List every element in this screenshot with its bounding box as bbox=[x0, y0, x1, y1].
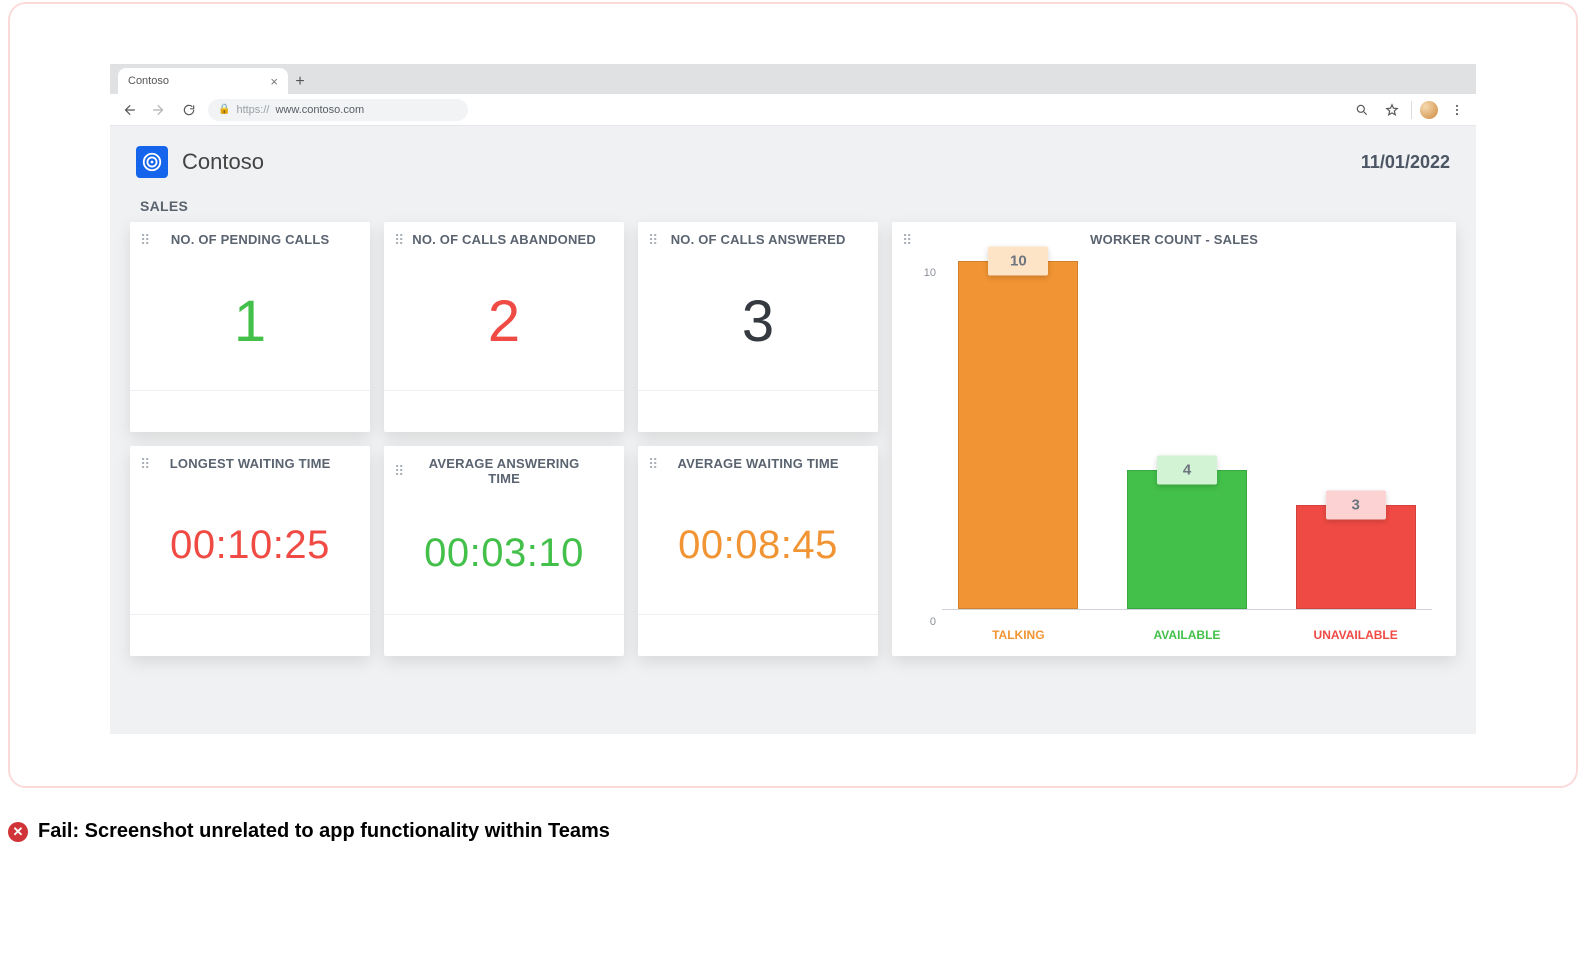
star-icon bbox=[1385, 103, 1399, 117]
metric-value: 2 bbox=[488, 288, 520, 355]
x-category-label: UNAVAILABLE bbox=[1296, 628, 1416, 642]
chart-area: 010 1043 TALKINGAVAILABLEUNAVAILABLE bbox=[892, 253, 1456, 656]
page-content: Contoso 11/01/2022 SALES ⠿ NO. OF PENDIN… bbox=[110, 126, 1476, 734]
chart-title: WORKER COUNT - SALES bbox=[920, 232, 1446, 247]
card-title: LONGEST WAITING TIME bbox=[158, 456, 360, 471]
x-category-label: TALKING bbox=[958, 628, 1078, 642]
fail-icon: ✕ bbox=[8, 822, 28, 842]
arrow-left-icon bbox=[122, 103, 136, 117]
brand-name: Contoso bbox=[182, 149, 264, 175]
dashboard-date: 11/01/2022 bbox=[1361, 152, 1450, 173]
reload-icon bbox=[182, 103, 196, 117]
profile-avatar[interactable] bbox=[1420, 101, 1438, 119]
tab-strip: Contoso × + bbox=[110, 64, 1476, 94]
more-vertical-icon bbox=[1450, 103, 1464, 117]
section-label: SALES bbox=[110, 184, 1476, 222]
chart-bar-unavailable: 3 bbox=[1296, 261, 1416, 609]
swirl-icon bbox=[141, 151, 163, 173]
forward-button[interactable] bbox=[148, 99, 170, 121]
url-scheme: https:// bbox=[236, 104, 269, 116]
card-calls-answered: ⠿ NO. OF CALLS ANSWERED 3 bbox=[638, 222, 878, 432]
dashboard-grid: ⠿ NO. OF PENDING CALLS 1 ⠿ NO. OF CALLS … bbox=[110, 222, 1476, 676]
back-button[interactable] bbox=[118, 99, 140, 121]
card-worker-count-chart: ⠿ WORKER COUNT - SALES 010 1043 TALKINGA… bbox=[892, 222, 1456, 656]
bar bbox=[958, 261, 1078, 609]
card-footer bbox=[384, 390, 624, 432]
fail-caption: Fail: Screenshot unrelated to app functi… bbox=[38, 820, 610, 843]
card-calls-abandoned: ⠿ NO. OF CALLS ABANDONED 2 bbox=[384, 222, 624, 432]
drag-handle-icon[interactable]: ⠿ bbox=[140, 233, 148, 247]
bar bbox=[1296, 505, 1416, 609]
bar-value-label: 3 bbox=[1326, 490, 1386, 519]
example-frame: Contoso × + 🔒 https:// www.contoso.com bbox=[8, 2, 1578, 788]
chart-bar-talking: 10 bbox=[958, 261, 1078, 609]
card-footer bbox=[384, 614, 624, 656]
drag-handle-icon[interactable]: ⠿ bbox=[394, 233, 402, 247]
chart-y-axis: 010 bbox=[910, 261, 936, 610]
card-title: AVERAGE ANSWERING TIME bbox=[412, 456, 614, 486]
browser-tab[interactable]: Contoso × bbox=[118, 68, 288, 94]
chart-plot: 10 4 3 bbox=[942, 261, 1432, 610]
card-title: NO. OF CALLS ANSWERED bbox=[666, 232, 868, 247]
toolbar-separator bbox=[1411, 101, 1412, 119]
metric-value: 00:08:45 bbox=[678, 523, 838, 568]
metric-value: 00:10:25 bbox=[170, 523, 330, 568]
magnifier-icon bbox=[1355, 103, 1369, 117]
bookmark-star-icon[interactable] bbox=[1381, 99, 1403, 121]
page-header: Contoso 11/01/2022 bbox=[110, 126, 1476, 184]
card-footer bbox=[130, 614, 370, 656]
browser-toolbar: 🔒 https:// www.contoso.com bbox=[110, 94, 1476, 126]
metric-value: 00:03:10 bbox=[424, 531, 584, 576]
chart-x-axis: TALKING AVAILABLE UNAVAILABLE bbox=[942, 614, 1432, 656]
bar-value-label: 4 bbox=[1157, 455, 1217, 484]
brand: Contoso bbox=[136, 146, 264, 178]
chart-bars: 10 4 3 bbox=[942, 261, 1432, 609]
metric-value: 1 bbox=[234, 288, 266, 355]
arrow-right-icon bbox=[152, 103, 166, 117]
drag-handle-icon[interactable]: ⠿ bbox=[902, 233, 910, 247]
card-pending-calls: ⠿ NO. OF PENDING CALLS 1 bbox=[130, 222, 370, 432]
card-avg-waiting: ⠿ AVERAGE WAITING TIME 00:08:45 bbox=[638, 446, 878, 656]
card-footer bbox=[638, 390, 878, 432]
close-tab-icon[interactable]: × bbox=[270, 74, 278, 89]
reload-button[interactable] bbox=[178, 99, 200, 121]
metric-value: 3 bbox=[742, 288, 774, 355]
drag-handle-icon[interactable]: ⠿ bbox=[394, 464, 402, 478]
bar bbox=[1127, 470, 1247, 609]
tab-title: Contoso bbox=[128, 75, 169, 87]
browser-window: Contoso × + 🔒 https:// www.contoso.com bbox=[110, 64, 1476, 734]
url-host: www.contoso.com bbox=[275, 104, 364, 116]
y-tick-label: 0 bbox=[930, 616, 936, 628]
drag-handle-icon[interactable]: ⠿ bbox=[648, 233, 656, 247]
x-category-label: AVAILABLE bbox=[1127, 628, 1247, 642]
card-footer bbox=[130, 390, 370, 432]
card-avg-answering: ⠿ AVERAGE ANSWERING TIME 00:03:10 bbox=[384, 446, 624, 656]
card-footer bbox=[638, 614, 878, 656]
bar-value-label: 10 bbox=[988, 247, 1048, 276]
new-tab-button[interactable]: + bbox=[288, 70, 312, 94]
chart-bar-available: 4 bbox=[1127, 261, 1247, 609]
card-longest-waiting: ⠿ LONGEST WAITING TIME 00:10:25 bbox=[130, 446, 370, 656]
card-title: NO. OF CALLS ABANDONED bbox=[412, 232, 614, 247]
kebab-menu[interactable] bbox=[1446, 99, 1468, 121]
brand-logo bbox=[136, 146, 168, 178]
lock-icon: 🔒 bbox=[218, 104, 230, 115]
card-title: NO. OF PENDING CALLS bbox=[158, 232, 360, 247]
fail-caption-row: ✕ Fail: Screenshot unrelated to app func… bbox=[8, 820, 610, 843]
address-bar[interactable]: 🔒 https:// www.contoso.com bbox=[208, 99, 468, 121]
y-tick-label: 10 bbox=[924, 267, 936, 279]
drag-handle-icon[interactable]: ⠿ bbox=[648, 457, 656, 471]
drag-handle-icon[interactable]: ⠿ bbox=[140, 457, 148, 471]
zoom-search-icon[interactable] bbox=[1351, 99, 1373, 121]
card-title: AVERAGE WAITING TIME bbox=[666, 456, 868, 471]
